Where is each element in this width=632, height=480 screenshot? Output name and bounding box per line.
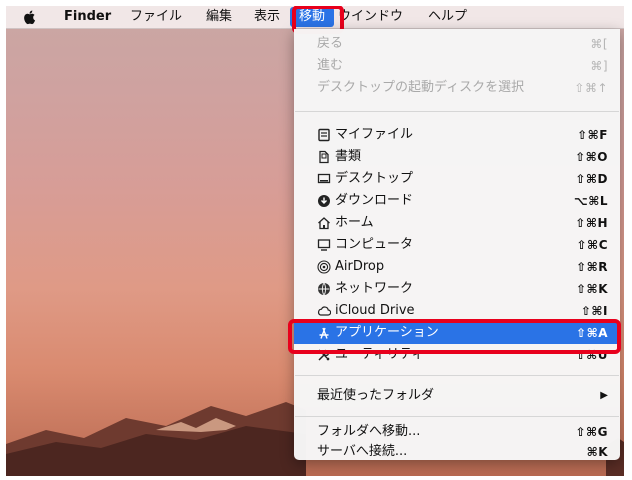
menu-item-utilities[interactable]: ユーティリティ ⇧⌘U — [294, 344, 620, 366]
menu-item-label: iCloud Drive — [335, 303, 415, 318]
computer-icon — [317, 239, 331, 251]
menu-item-label: デスクトップの起動ディスクを選択 — [317, 80, 525, 95]
menu-separator — [295, 416, 619, 417]
menu-item-recent-folders[interactable]: 最近使ったフォルダ ▶ — [294, 385, 620, 407]
icloud-icon — [318, 306, 331, 316]
shortcut: ⇧⌘K — [576, 282, 608, 296]
menu-help[interactable]: ヘルプ — [428, 6, 467, 28]
menu-item-label: ホーム — [335, 215, 374, 230]
shortcut: ⇧⌘U — [575, 348, 608, 362]
shortcut: ⇧⌘C — [576, 238, 608, 252]
my-files-icon — [318, 128, 330, 142]
shortcut: ⌘K — [586, 445, 608, 459]
menu-item-select-startup-disk: デスクトップの起動ディスクを選択 ⇧⌘↑ — [294, 77, 620, 99]
shortcut: ⇧⌘F — [577, 128, 608, 142]
shortcut: ⇧⌘G — [575, 425, 608, 439]
menu-item-my-files[interactable]: マイファイル ⇧⌘F — [294, 124, 620, 146]
menu-item-label: ダウンロード — [335, 193, 414, 208]
shortcut: ⇧⌘A — [576, 326, 608, 340]
menu-separator — [295, 375, 619, 376]
screen: Finder ファイル 編集 表示 移動 ウインドウ ヘルプ 戻る ⌘[ 進む … — [6, 6, 624, 476]
shortcut: ⇧⌘H — [575, 216, 608, 230]
menu-item-label: アプリケーション — [335, 325, 439, 340]
shortcut: ⇧⌘I — [580, 304, 608, 318]
menu-go[interactable]: 移動 — [290, 7, 335, 27]
menu-item-label: ユーティリティ — [335, 347, 425, 362]
applications-icon — [319, 327, 329, 339]
menu-item-label: コンピュータ — [335, 237, 414, 252]
menu-item-label: 進む — [317, 58, 344, 73]
shortcut: ⇧⌘↑ — [574, 81, 608, 95]
menu-item-label: デスクトップ — [335, 171, 414, 186]
menu-item-computer[interactable]: コンピュータ ⇧⌘C — [294, 234, 620, 256]
downloads-icon — [318, 195, 330, 207]
menu-item-label: 最近使ったフォルダ — [317, 388, 435, 403]
shortcut: ⌘[ — [590, 37, 608, 51]
menu-separator — [295, 111, 619, 112]
menu-item-forward: 進む ⌘] — [294, 55, 620, 77]
menu-item-back: 戻る ⌘[ — [294, 33, 620, 55]
apple-logo-icon[interactable] — [22, 9, 38, 25]
menu-item-icloud-drive[interactable]: iCloud Drive ⇧⌘I — [294, 300, 620, 322]
menu-item-documents[interactable]: 書類 ⇧⌘O — [294, 146, 620, 168]
shortcut: ⇧⌘O — [575, 150, 608, 164]
shortcut: ⌥⌘L — [573, 194, 608, 208]
network-icon — [318, 282, 330, 296]
airdrop-icon — [317, 260, 331, 274]
menu-item-desktop[interactable]: デスクトップ ⇧⌘D — [294, 168, 620, 190]
menu-item-label: フォルダへ移動... — [317, 424, 421, 439]
go-menu-dropdown: 戻る ⌘[ 進む ⌘] デスクトップの起動ディスクを選択 ⇧⌘↑ マイファイル … — [294, 29, 620, 460]
menu-item-label: ネットワーク — [335, 281, 414, 296]
shortcut: ⇧⌘R — [576, 260, 608, 274]
menu-item-home[interactable]: ホーム ⇧⌘H — [294, 212, 620, 234]
menu-window[interactable]: ウインドウ — [338, 6, 403, 28]
menu-bar: Finder ファイル 編集 表示 移動 ウインドウ ヘルプ — [6, 6, 624, 29]
documents-icon — [319, 150, 329, 164]
menu-item-connect-to-server[interactable]: サーバへ接続... ⌘K — [294, 441, 620, 463]
menu-item-label: サーバへ接続... — [317, 444, 408, 459]
menu-item-label: 戻る — [317, 36, 344, 51]
menu-item-applications[interactable]: アプリケーション ⇧⌘A — [294, 322, 620, 344]
submenu-arrow-icon: ▶ — [600, 390, 608, 401]
shortcut: ⌘] — [590, 59, 608, 73]
menu-finder[interactable]: Finder — [64, 6, 111, 28]
menu-item-label: 書類 — [335, 149, 362, 164]
menu-item-downloads[interactable]: ダウンロード ⌥⌘L — [294, 190, 620, 212]
menu-item-airdrop[interactable]: AirDrop ⇧⌘R — [294, 256, 620, 278]
utilities-icon — [318, 349, 330, 361]
menu-item-label: マイファイル — [335, 127, 414, 142]
shortcut: ⇧⌘D — [575, 172, 608, 186]
menu-file[interactable]: ファイル — [130, 6, 182, 28]
menu-item-label: AirDrop — [335, 259, 385, 274]
menu-view[interactable]: 表示 — [254, 6, 280, 28]
menu-item-network[interactable]: ネットワーク ⇧⌘K — [294, 278, 620, 300]
home-icon — [318, 217, 330, 230]
desktop-icon — [317, 173, 331, 184]
menu-edit[interactable]: 編集 — [206, 6, 232, 28]
menu-item-go-to-folder[interactable]: フォルダへ移動... ⇧⌘G — [294, 421, 620, 443]
